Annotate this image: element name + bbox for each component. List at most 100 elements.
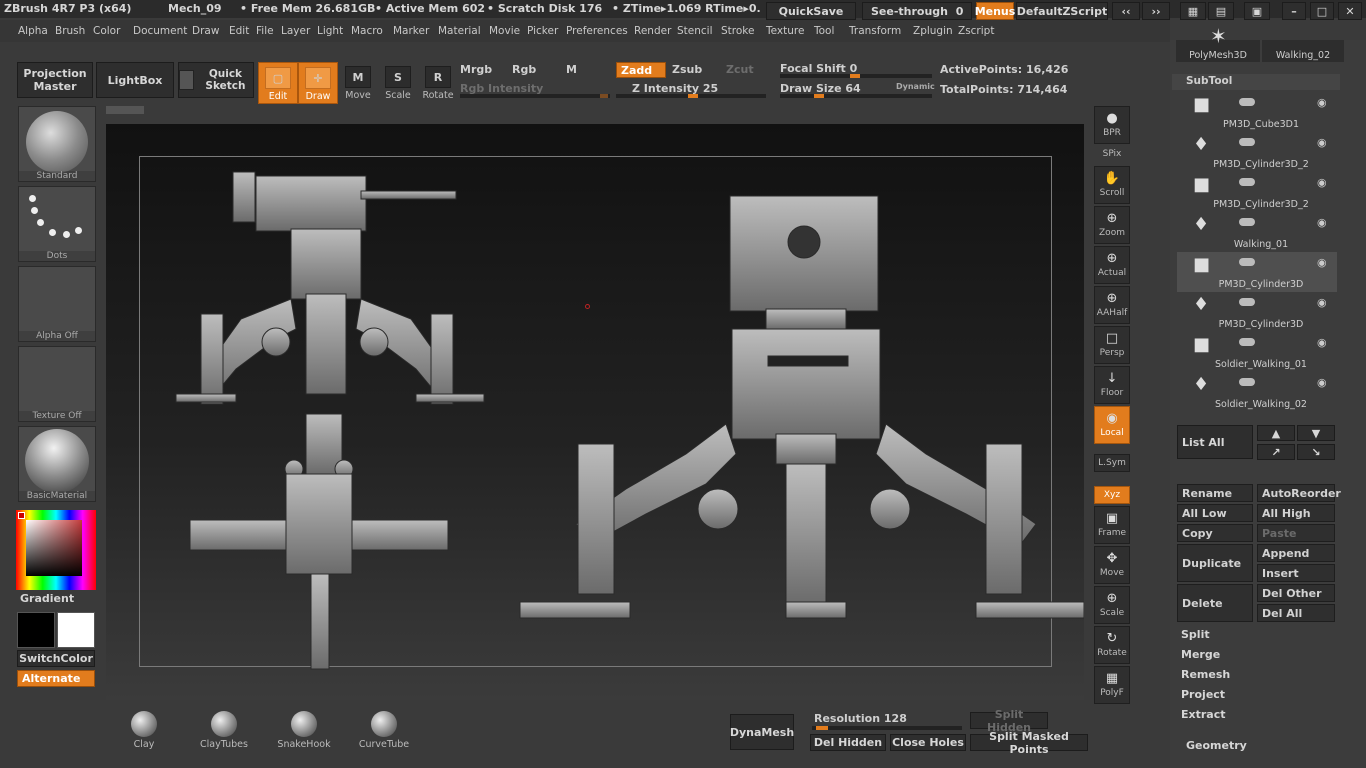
visibility-icon[interactable] bbox=[1239, 138, 1255, 146]
eye-icon[interactable]: ◉ bbox=[1317, 256, 1327, 269]
right-tool-spix[interactable]: SPix bbox=[1094, 146, 1130, 164]
menu-render[interactable]: Render bbox=[634, 25, 671, 37]
close-icon[interactable]: ✕ bbox=[1338, 2, 1362, 20]
menu-edit[interactable]: Edit bbox=[229, 25, 249, 37]
material-thumbnail[interactable]: BasicMaterial bbox=[18, 426, 96, 502]
zsub-button[interactable]: Zsub bbox=[672, 63, 702, 76]
right-tool-rotate[interactable]: ↻ Rotate bbox=[1094, 626, 1130, 664]
resolution-slider[interactable]: Resolution 128 bbox=[814, 712, 907, 725]
del-other-button[interactable]: Del Other bbox=[1257, 584, 1335, 602]
menu-stroke[interactable]: Stroke bbox=[721, 25, 754, 37]
subtool-item[interactable]: ■ ◉ PM3D_Cylinder3D bbox=[1177, 252, 1337, 292]
menu-zscript[interactable]: Zscript bbox=[958, 25, 994, 37]
split-hidden-button[interactable]: Split Hidden bbox=[970, 708, 1048, 734]
right-tool-move[interactable]: ✥ Move bbox=[1094, 546, 1130, 584]
subtool-item[interactable]: ♦ ◉ Walking_01 bbox=[1177, 212, 1337, 252]
zadd-button[interactable]: Zadd bbox=[616, 62, 666, 78]
menu-brush[interactable]: Brush bbox=[55, 25, 85, 37]
merge-section[interactable]: Merge bbox=[1181, 648, 1220, 661]
remesh-section[interactable]: Remesh bbox=[1181, 668, 1230, 681]
visibility-icon[interactable] bbox=[1239, 298, 1255, 306]
draw-size-track[interactable] bbox=[780, 94, 932, 98]
right-tool-persp[interactable]: □ Persp bbox=[1094, 326, 1130, 364]
menu-alpha[interactable]: Alpha bbox=[18, 25, 48, 37]
eye-icon[interactable]: ◉ bbox=[1317, 96, 1327, 109]
document-canvas[interactable] bbox=[106, 124, 1084, 700]
eye-icon[interactable]: ◉ bbox=[1317, 176, 1327, 189]
menu-layer[interactable]: Layer bbox=[281, 25, 310, 37]
menu-movie[interactable]: Movie bbox=[489, 25, 520, 37]
dynamic-toggle[interactable]: Dynamic bbox=[896, 82, 935, 91]
subtool-header[interactable]: SubTool bbox=[1172, 74, 1340, 90]
paste-button[interactable]: Paste bbox=[1257, 524, 1335, 542]
subtool-item[interactable]: ♦ ◉ PM3D_Cylinder3D_2 bbox=[1177, 132, 1337, 172]
switch-color-button[interactable]: SwitchColor bbox=[17, 650, 95, 667]
alternate-button[interactable]: Alternate bbox=[17, 670, 95, 687]
brush-clay[interactable]: Clay bbox=[106, 707, 182, 753]
layout-prev-icon[interactable]: ‹‹ bbox=[1112, 2, 1140, 20]
del-hidden-button[interactable]: Del Hidden bbox=[810, 734, 886, 751]
layout-icon[interactable]: ▦ bbox=[1180, 2, 1206, 20]
right-tool-scroll[interactable]: ✋ Scroll bbox=[1094, 166, 1130, 204]
m-button[interactable]: M bbox=[566, 63, 577, 76]
right-tool-local[interactable]: ◉ Local bbox=[1094, 406, 1130, 444]
lightbox-button[interactable]: LightBox bbox=[96, 62, 174, 98]
duplicate-button[interactable]: Duplicate bbox=[1177, 544, 1253, 582]
focal-shift-track[interactable] bbox=[780, 74, 932, 78]
eye-icon[interactable]: ◉ bbox=[1317, 296, 1327, 309]
rgb-intensity-track[interactable] bbox=[460, 94, 610, 98]
lock-icon[interactable]: ▣ bbox=[1244, 2, 1270, 20]
eye-icon[interactable]: ◉ bbox=[1317, 336, 1327, 349]
visibility-icon[interactable] bbox=[1239, 378, 1255, 386]
tool-rotate-button[interactable]: R Rotate bbox=[418, 62, 458, 104]
resolution-track[interactable] bbox=[812, 726, 962, 730]
menu-light[interactable]: Light bbox=[317, 25, 343, 37]
extract-section[interactable]: Extract bbox=[1181, 708, 1226, 721]
menus-button[interactable]: Menus bbox=[975, 2, 1015, 20]
menu-file[interactable]: File bbox=[256, 25, 274, 37]
del-all-button[interactable]: Del All bbox=[1257, 604, 1335, 622]
autoreorder-button[interactable]: AutoReorder bbox=[1257, 484, 1341, 502]
main-color-swatch[interactable] bbox=[17, 612, 55, 648]
layout-2-icon[interactable]: ▤ bbox=[1208, 2, 1234, 20]
menu-picker[interactable]: Picker bbox=[527, 25, 558, 37]
layout-next-icon[interactable]: ›› bbox=[1142, 2, 1170, 20]
menu-marker[interactable]: Marker bbox=[393, 25, 429, 37]
right-tool-frame[interactable]: ▣ Frame bbox=[1094, 506, 1130, 544]
eye-icon[interactable]: ◉ bbox=[1317, 136, 1327, 149]
color-picker[interactable] bbox=[16, 510, 96, 590]
subtool-item[interactable]: ■ ◉ Soldier_Walking_01 bbox=[1177, 332, 1337, 372]
right-tool-zoom[interactable]: ⊕ Zoom bbox=[1094, 206, 1130, 244]
secondary-color-swatch[interactable] bbox=[57, 612, 95, 648]
split-section[interactable]: Split bbox=[1181, 628, 1210, 641]
rgb-button[interactable]: Rgb bbox=[512, 63, 536, 76]
all-low-button[interactable]: All Low bbox=[1177, 504, 1253, 522]
all-high-button[interactable]: All High bbox=[1257, 504, 1335, 522]
stroke-thumbnail[interactable]: Dots bbox=[18, 186, 96, 262]
brush-snakehook[interactable]: SnakeHook bbox=[266, 707, 342, 753]
right-tool-bpr[interactable]: ● BPR bbox=[1094, 106, 1130, 144]
split-masked-points-button[interactable]: Split Masked Points bbox=[970, 730, 1088, 756]
right-tool-actual[interactable]: ⊕ Actual bbox=[1094, 246, 1130, 284]
tool-polymesh3d[interactable]: ✶ PolyMesh3D bbox=[1176, 24, 1260, 62]
subtool-item[interactable]: ■ ◉ PM3D_Cylinder3D_2 bbox=[1177, 172, 1337, 212]
visibility-icon[interactable] bbox=[1239, 258, 1255, 266]
geometry-section[interactable]: Geometry bbox=[1186, 739, 1247, 752]
quick-sketch-button[interactable]: Quick Sketch bbox=[178, 62, 254, 98]
tool-scale-button[interactable]: S Scale bbox=[378, 62, 418, 104]
seethrough-slider[interactable]: See-through 0 bbox=[862, 2, 972, 20]
append-button[interactable]: Append bbox=[1257, 544, 1335, 562]
mrgb-button[interactable]: Mrgb bbox=[460, 63, 492, 76]
script-button[interactable]: DefaultZScript bbox=[1016, 2, 1108, 20]
rename-button[interactable]: Rename bbox=[1177, 484, 1253, 502]
menu-material[interactable]: Material bbox=[438, 25, 481, 37]
tool-walking-02[interactable]: Walking_02 bbox=[1262, 40, 1344, 62]
right-tool-polyf[interactable]: ▦ PolyF bbox=[1094, 666, 1130, 704]
visibility-icon[interactable] bbox=[1239, 218, 1255, 226]
menu-color[interactable]: Color bbox=[93, 25, 120, 37]
close-holes-button[interactable]: Close Holes bbox=[890, 734, 966, 751]
menu-macro[interactable]: Macro bbox=[351, 25, 383, 37]
color-square[interactable] bbox=[26, 520, 82, 576]
tool-edit-button[interactable]: ▢ Edit bbox=[258, 62, 298, 104]
visibility-icon[interactable] bbox=[1239, 178, 1255, 186]
